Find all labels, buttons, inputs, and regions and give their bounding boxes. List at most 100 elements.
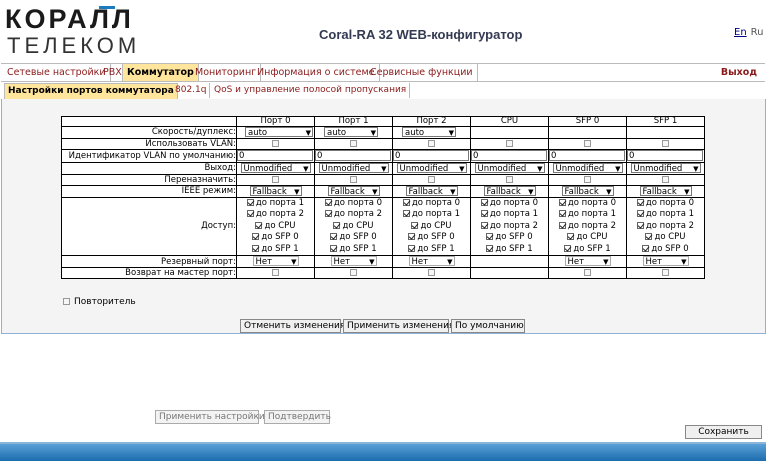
vlan-id-input-sfp0[interactable]: 0 — [549, 150, 625, 161]
menu-system-info[interactable]: Информация о системе — [253, 64, 380, 81]
access-option[interactable]: до порта 2 — [471, 221, 548, 233]
return-master-checkbox-port1[interactable] — [350, 269, 357, 276]
access-checkbox[interactable] — [246, 198, 254, 206]
backup-select-port1[interactable]: Нет ▼ — [330, 256, 377, 267]
access-option[interactable]: до порта 1 — [549, 209, 626, 221]
access-option[interactable]: до SFP 0 — [393, 232, 470, 244]
return-master-checkbox-port2[interactable] — [428, 269, 435, 276]
vlan-id-input-port2[interactable]: 0 — [393, 150, 469, 161]
egress-select-port1[interactable]: Unmodified ▼ — [318, 162, 389, 174]
ieee-select-port0[interactable]: Fallback ▼ — [249, 185, 302, 197]
access-checkbox[interactable] — [324, 210, 332, 217]
vlan-id-input-port0[interactable]: 0 — [237, 150, 313, 161]
access-option[interactable]: до CPU — [315, 221, 392, 233]
menu-switch[interactable]: Коммутатор — [122, 64, 199, 81]
defaults-button[interactable]: По умолчанию — [451, 319, 525, 333]
access-option[interactable]: до CPU — [393, 221, 470, 233]
ieee-select-sfp1[interactable]: Fallback ▼ — [639, 185, 692, 197]
backup-select-port2[interactable]: Нет ▼ — [408, 256, 455, 267]
logout-link[interactable]: Выход — [721, 64, 757, 81]
access-option[interactable]: до порта 0 — [471, 198, 548, 210]
access-checkbox[interactable] — [408, 233, 416, 240]
vlan-id-input-port1[interactable]: 0 — [315, 150, 391, 161]
repeater-checkbox[interactable] — [63, 298, 70, 305]
access-checkbox[interactable] — [402, 198, 410, 206]
egress-select-sfp0[interactable]: Unmodified ▼ — [552, 162, 623, 174]
vlan-id-input-cpu[interactable]: 0 — [471, 150, 547, 161]
access-checkbox[interactable] — [486, 233, 494, 240]
access-option[interactable]: до SFP 0 — [471, 232, 548, 244]
access-checkbox[interactable] — [558, 210, 566, 217]
tab-qos[interactable]: QoS и управление полосой пропускания — [211, 83, 411, 98]
access-option[interactable]: до порта 2 — [549, 221, 626, 233]
use-vlan-checkbox-sfp0[interactable] — [584, 139, 591, 147]
backup-select-port0[interactable]: Нет ▼ — [252, 256, 299, 267]
reassign-checkbox-sfp0[interactable] — [584, 175, 591, 183]
access-checkbox[interactable] — [486, 244, 494, 252]
access-option[interactable]: до порта 2 — [237, 209, 314, 221]
tab-8021q[interactable]: 802.1q — [172, 83, 211, 98]
ieee-select-cpu[interactable]: Fallback ▼ — [483, 185, 536, 197]
repeater-option[interactable]: Повторитель — [63, 297, 136, 307]
access-checkbox[interactable] — [636, 210, 644, 217]
access-checkbox[interactable] — [252, 244, 260, 252]
egress-select-cpu[interactable]: Unmodified ▼ — [474, 162, 545, 174]
save-button[interactable]: Сохранить — [685, 425, 762, 439]
access-option[interactable]: до SFP 1 — [237, 244, 314, 256]
access-option[interactable]: до порта 1 — [471, 209, 548, 221]
access-checkbox[interactable] — [567, 233, 575, 240]
access-checkbox[interactable] — [558, 221, 566, 229]
access-checkbox[interactable] — [408, 244, 416, 252]
access-option[interactable]: до порта 0 — [315, 198, 392, 210]
access-checkbox[interactable] — [333, 221, 341, 229]
access-checkbox[interactable] — [255, 221, 263, 229]
access-option[interactable]: до SFP 0 — [315, 232, 392, 244]
use-vlan-checkbox-sfp1[interactable] — [662, 139, 669, 147]
access-checkbox[interactable] — [645, 233, 653, 240]
reassign-checkbox-port2[interactable] — [428, 175, 435, 183]
egress-select-sfp1[interactable]: Unmodified ▼ — [630, 162, 701, 174]
access-option[interactable]: до порта 2 — [315, 209, 392, 221]
access-option[interactable]: до CPU — [627, 232, 704, 244]
egress-select-port2[interactable]: Unmodified ▼ — [396, 162, 467, 174]
access-checkbox[interactable] — [324, 198, 332, 206]
access-checkbox[interactable] — [480, 198, 488, 206]
reassign-checkbox-sfp1[interactable] — [662, 175, 669, 183]
use-vlan-checkbox-port2[interactable] — [428, 139, 435, 147]
access-option[interactable]: до SFP 1 — [549, 244, 626, 256]
return-master-checkbox-sfp0[interactable] — [584, 269, 591, 276]
access-option[interactable]: до CPU — [549, 232, 626, 244]
return-master-checkbox-sfp1[interactable] — [662, 269, 669, 276]
access-option[interactable]: до SFP 0 — [627, 244, 704, 256]
access-option[interactable]: до SFP 1 — [471, 244, 548, 256]
apply-changes-button[interactable]: Применить изменения — [343, 319, 454, 333]
reassign-checkbox-port0[interactable] — [272, 175, 279, 183]
access-option[interactable]: до порта 0 — [627, 198, 704, 210]
access-checkbox[interactable] — [480, 210, 488, 217]
access-checkbox[interactable] — [330, 244, 338, 252]
access-checkbox[interactable] — [252, 233, 260, 240]
cancel-changes-button[interactable]: Отменить изменения — [240, 319, 345, 333]
reassign-checkbox-cpu[interactable] — [506, 175, 513, 183]
ieee-select-port2[interactable]: Fallback ▼ — [405, 185, 458, 197]
lang-en-link[interactable]: En — [734, 27, 747, 38]
backup-select-sfp0[interactable]: Нет ▼ — [564, 256, 611, 267]
access-checkbox[interactable] — [402, 210, 410, 217]
access-option[interactable]: до порта 1 — [393, 209, 470, 221]
access-checkbox[interactable] — [564, 244, 572, 252]
access-checkbox[interactable] — [558, 198, 566, 206]
apply-settings-button[interactable]: Применить настройки — [155, 410, 265, 424]
speed-select-port2[interactable]: auto ▼ — [402, 127, 456, 138]
use-vlan-checkbox-port0[interactable] — [272, 139, 279, 147]
access-checkbox[interactable] — [246, 210, 254, 217]
access-option[interactable]: до порта 0 — [549, 198, 626, 210]
speed-select-port1[interactable]: auto ▼ — [324, 127, 378, 138]
access-option[interactable]: до порта 1 — [237, 198, 314, 210]
access-option[interactable]: до порта 0 — [393, 198, 470, 210]
access-checkbox[interactable] — [411, 221, 419, 229]
tab-port-settings[interactable]: Настройки портов коммутатора — [4, 83, 178, 99]
access-option[interactable]: до порта 2 — [627, 221, 704, 233]
access-option[interactable]: до SFP 0 — [237, 232, 314, 244]
access-option[interactable]: до SFP 1 — [393, 244, 470, 256]
use-vlan-checkbox-port1[interactable] — [350, 139, 357, 147]
